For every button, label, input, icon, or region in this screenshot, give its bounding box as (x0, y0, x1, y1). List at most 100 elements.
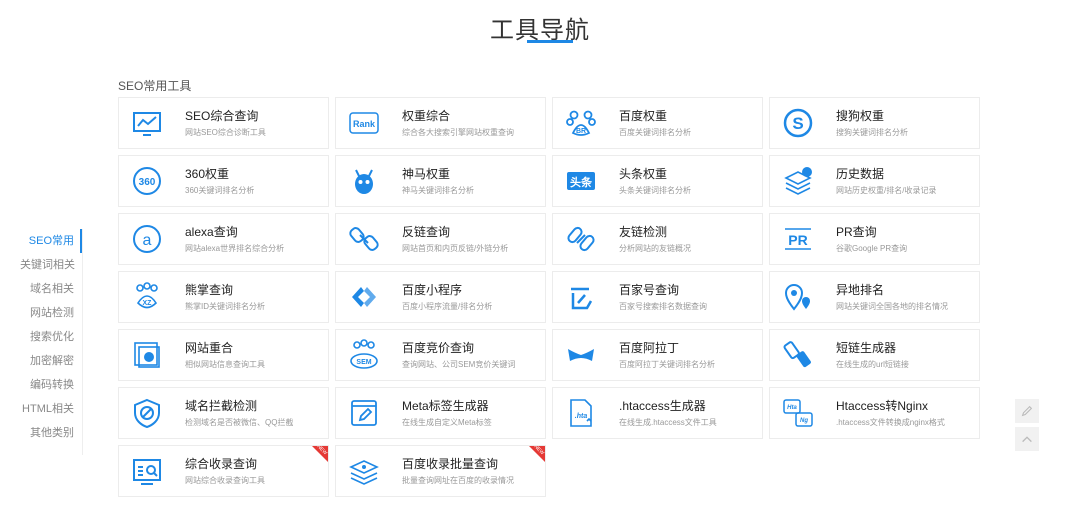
tool-card[interactable]: Rank 权重综合 综合各大搜索引擎网站权重查询 (335, 97, 546, 149)
svg-text:.hta: .hta (575, 413, 588, 420)
new-badge: NEW (312, 446, 328, 462)
svg-text:S: S (792, 114, 803, 133)
tool-name: Meta标签生成器 (402, 398, 489, 413)
edit-button[interactable] (1015, 399, 1039, 423)
tool-card[interactable]: 历史数据 网站历史权重/排名/收录记录 (769, 155, 980, 207)
sidebar-item[interactable]: 其他类别 (20, 421, 82, 445)
tool-card[interactable]: XZ 熊掌查询 熊掌ID关键词排名分析 (118, 271, 329, 323)
new-badge-label: NEW (315, 445, 329, 457)
tool-name: 360权重 (185, 166, 230, 181)
tool-desc: 360关键词排名分析 (185, 185, 255, 195)
tool-name: 百家号查询 (619, 282, 680, 297)
sidebar-item[interactable]: 网站检测 (20, 301, 82, 325)
tool-desc: 网站SEO综合诊断工具 (185, 127, 266, 137)
sidebar-item[interactable]: 加密解密 (20, 349, 82, 373)
tool-name: .htaccess生成器 (619, 398, 706, 413)
htaccess-file-icon: .hta (565, 397, 597, 429)
sidebar-item[interactable]: 域名相关 (20, 277, 82, 301)
tool-card[interactable]: Meta标签生成器在线生成自定义Meta标签 (335, 387, 546, 439)
monitor-chart-icon (131, 107, 163, 139)
tool-name: 头条权重 (619, 166, 668, 181)
tool-desc: 网站首页和内页反链/外链分析 (402, 243, 509, 253)
tool-card[interactable]: 综合收录查询 网站综合收录查询工具 NEW (118, 445, 329, 497)
tool-desc: 批量查询网址在百度的收录情况 (402, 475, 514, 485)
sogou-icon: S (782, 107, 814, 139)
svg-text:PR: PR (788, 232, 807, 248)
tool-card[interactable]: 反链查询网站首页和内页反链/外链分析 (335, 213, 546, 265)
tool-desc: 在线生成.htaccess文件工具 (619, 417, 717, 427)
tool-card[interactable]: 百家号查询百家号搜索排名数据查询 (552, 271, 763, 323)
svg-text:Ng: Ng (800, 418, 808, 424)
tool-card[interactable]: BR 百度权重百度关键词排名分析 (552, 97, 763, 149)
pr-icon: PR (782, 223, 814, 255)
history-layers-icon (782, 165, 814, 197)
svg-text:360: 360 (139, 177, 156, 188)
tool-card[interactable]: 短链生成器 在线生成的url短链接 (769, 329, 980, 381)
sem-icon: SEM (348, 339, 380, 371)
back-to-top-button[interactable] (1015, 427, 1039, 451)
rank-icon: Rank (348, 107, 380, 139)
tool-card[interactable]: 神马权重 神马关键词排名分析 (335, 155, 546, 207)
tool-desc: 百家号搜索排名数据查询 (619, 301, 707, 311)
baijiahao-icon (565, 281, 597, 313)
batch-index-icon (348, 455, 380, 487)
sidebar-item[interactable]: 编码转换 (20, 373, 82, 397)
aladdin-icon (565, 339, 597, 371)
meta-edit-icon (348, 397, 380, 429)
new-badge-label: NEW (532, 445, 546, 457)
tool-card[interactable]: S 搜狗权重搜狗关键词排名分析 (769, 97, 980, 149)
tool-card[interactable]: 百度收录批量查询批量查询网址在百度的收录情况 NEW (335, 445, 546, 497)
tool-name: 反链查询 (402, 224, 451, 239)
svg-text:Hta: Hta (787, 405, 797, 411)
tool-name: alexa查询 (185, 224, 238, 239)
tool-desc: .htaccess文件转换成nginx格式 (836, 417, 945, 427)
tool-card[interactable]: 异地排名 网站关键词全国各地的排名情况 (769, 271, 980, 323)
baidu-paw-icon: BR (565, 107, 597, 139)
tool-card[interactable]: 网站重合 相似网站信息查询工具 (118, 329, 329, 381)
tool-card[interactable]: 百度小程序 百度小程序流量/排名分析 (335, 271, 546, 323)
tool-name: 百度权重 (619, 108, 668, 123)
tool-card[interactable]: 头条 头条权重头条关键词排名分析 (552, 155, 763, 207)
tool-name: Htaccess转Nginx (836, 398, 929, 413)
svg-text:a: a (143, 232, 152, 249)
tool-card[interactable]: Hta Ng Htaccess转Nginx .htaccess文件转换成nginx格式 (769, 387, 980, 439)
tool-name: PR查询 (836, 224, 877, 239)
section-label: SEO常用工具 (118, 79, 192, 93)
backlink-icon (348, 223, 380, 255)
tool-card[interactable]: PR PR查询 谷歌Google PR查询 (769, 213, 980, 265)
tool-name: 百度收录批量查询 (402, 456, 499, 471)
sidebar-item[interactable]: HTML相关 (20, 397, 82, 421)
sidebar-item[interactable]: 关键词相关 (20, 253, 82, 277)
tool-card[interactable]: 友链检测 分析网站的友链概况 (552, 213, 763, 265)
tool-desc: 搜狗关键词排名分析 (836, 127, 908, 137)
svg-text:XZ: XZ (143, 300, 153, 307)
title-underline (527, 40, 573, 43)
tool-card[interactable]: a alexa查询网站alexa世界排名综合分析 (118, 213, 329, 265)
tool-desc: 在线生成自定义Meta标签 (402, 417, 492, 427)
tool-desc: 熊掌ID关键词排名分析 (185, 301, 265, 311)
tool-card[interactable]: 域名拦截检测 检测域名是否被微信、QQ拦截 (118, 387, 329, 439)
hta-nginx-icon: Hta Ng (782, 397, 814, 429)
tool-name: 神马权重 (402, 166, 451, 181)
tool-card[interactable]: SEO综合查询网站SEO综合诊断工具 (118, 97, 329, 149)
tool-card[interactable]: .hta .htaccess生成器在线生成.htaccess文件工具 (552, 387, 763, 439)
tool-desc: 网站alexa世界排名综合分析 (185, 243, 285, 253)
tool-name: 搜狗权重 (836, 108, 885, 123)
tool-card[interactable]: 360 360权重 360关键词排名分析 (118, 155, 329, 207)
svg-text:头条: 头条 (570, 175, 593, 189)
sidebar-item[interactable]: 搜索优化 (20, 325, 82, 349)
tool-name: 历史数据 (836, 166, 885, 181)
tool-card[interactable]: 百度阿拉丁 百度阿拉丁关键词排名分析 (552, 329, 763, 381)
pencil-icon (1021, 405, 1033, 417)
tool-name: 百度竞价查询 (402, 340, 475, 355)
tool-desc: 头条关键词排名分析 (619, 185, 691, 195)
tool-grid: SEO综合查询 网站SEO综合诊断工具 Rank 权重综合 综合各大搜索引擎网站权重查询… (118, 97, 980, 497)
toutiao-icon: 头条 (565, 165, 597, 197)
svg-text:BR: BR (576, 128, 586, 135)
tool-name: SEO综合查询 (185, 108, 259, 123)
location-icon (782, 281, 814, 313)
tool-card[interactable]: SEM 百度竞价查询 查询网站、公司SEM竞价关键词 (335, 329, 546, 381)
tool-desc: 百度关键词排名分析 (619, 127, 691, 137)
sidebar-item[interactable]: SEO常用 (20, 229, 82, 253)
tool-name: 域名拦截检测 (185, 398, 258, 413)
